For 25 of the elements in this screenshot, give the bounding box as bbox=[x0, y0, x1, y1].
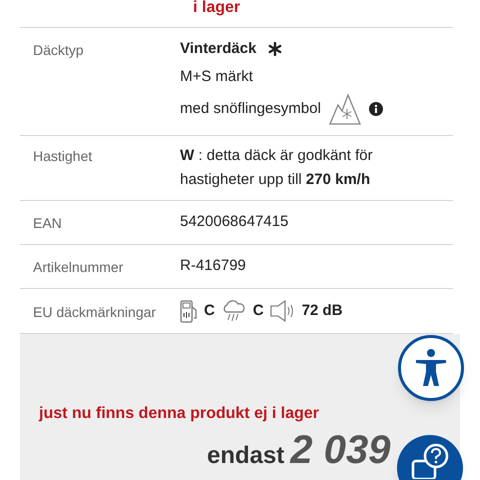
tire-feature: M+S märkt bbox=[180, 66, 254, 86]
spec-label: Däcktyp bbox=[32, 41, 85, 60]
tire-feature: med snöflingesymbol bbox=[180, 98, 321, 119]
spec-label: EU däckmärkningar bbox=[32, 302, 157, 322]
snowflake-icon bbox=[268, 42, 282, 56]
speaker-icon bbox=[270, 300, 296, 322]
chat-question-icon bbox=[410, 443, 450, 479]
accessibility-icon bbox=[414, 348, 448, 388]
stock-message: just nu finns denna produkt ej i lager bbox=[39, 404, 320, 424]
spec-label: EAN bbox=[32, 214, 63, 233]
tire-type-title: Vinterdäck bbox=[180, 39, 256, 59]
info-icon[interactable] bbox=[368, 102, 383, 116]
noise-level: 72 dB bbox=[302, 300, 343, 321]
spec-label: Hastighet bbox=[32, 147, 94, 166]
price: 2 039 bbox=[290, 430, 390, 470]
fuel-pump-icon bbox=[180, 299, 198, 323]
mountain-snowflake-icon bbox=[328, 93, 361, 125]
spec-label: Artikelnummer bbox=[32, 258, 124, 277]
spec-value: 5420068647415 bbox=[180, 213, 288, 230]
price-prefix: endast bbox=[207, 441, 284, 471]
spec-value: R-416799 bbox=[180, 257, 246, 274]
stock-status: i lager bbox=[193, 0, 240, 16]
speed-rating-text: W : detta däck är godkänt för hastigheter upp till 270 km/h bbox=[180, 147, 373, 188]
wet-grip-grade: C bbox=[252, 300, 264, 321]
fuel-grade: C bbox=[204, 300, 215, 321]
